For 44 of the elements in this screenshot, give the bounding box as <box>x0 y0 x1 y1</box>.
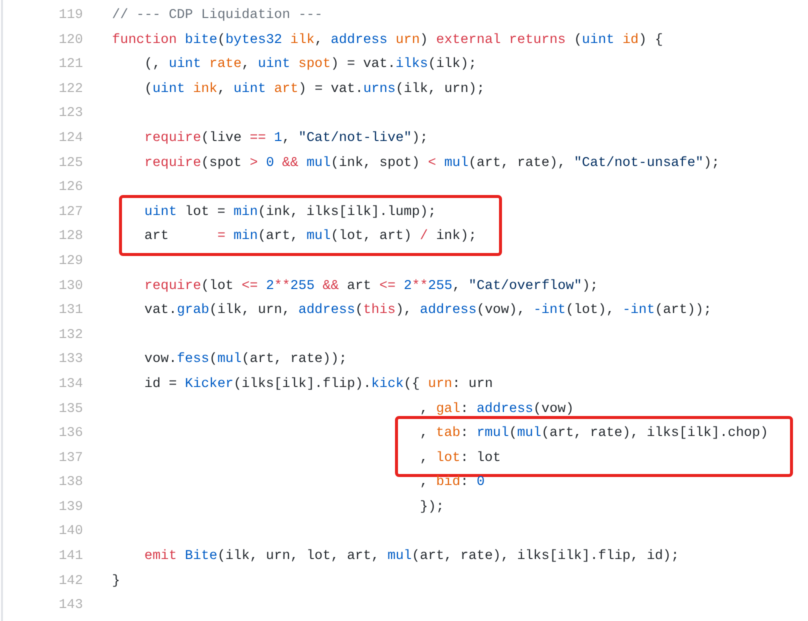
line-number: 135 <box>58 402 83 416</box>
line-number: 133 <box>58 352 83 368</box>
code-line: art = min(art, mul(lot, art) / ink); <box>144 229 477 244</box>
line-number: 136 <box>58 426 83 442</box>
line-number: 128 <box>58 229 83 244</box>
line-number: 131 <box>58 303 83 318</box>
line-number: 125 <box>58 156 83 171</box>
line-number: 129 <box>58 254 83 269</box>
code-line: (uint ink, uint art) = vat.urns(ilk, urn); <box>144 82 485 97</box>
code-line: , bid: 0 <box>420 475 485 490</box>
line-number: 120 <box>58 32 83 48</box>
code-line: , gal: address(vow) <box>420 402 574 416</box>
line-number: 134 <box>58 376 83 392</box>
line-number: 122 <box>58 82 83 97</box>
line-number: 124 <box>58 130 83 146</box>
line-number: 119 <box>58 8 83 23</box>
line-number: 140 <box>58 524 83 540</box>
code-line: , tab: rmul(mul(art, rate), ilks[ilk].chop) <box>420 426 768 442</box>
code-line: require(live == 1, "Cat/not-live"); <box>144 130 428 146</box>
code-line: vat.grab(ilk, urn, address(this), address(vow), -int(lot), -int(art)); <box>144 303 712 318</box>
code-line: function bite(bytes32 ilk, address urn) external returns (uint id) { <box>112 32 663 48</box>
code-line: require(spot > 0 && mul(ink, spot) < mul(art, rate), "Cat/not-unsafe"); <box>144 156 720 171</box>
line-number: 130 <box>58 278 83 294</box>
code-line: (, uint rate, uint spot) = vat.ilks(ilk); <box>144 57 477 72</box>
code-line: uint lot = min(ink, ilks[ilk].lump); <box>144 204 436 220</box>
line-number: 138 <box>58 475 83 490</box>
code-line: } <box>112 574 120 589</box>
line-number: 141 <box>58 549 83 564</box>
code-line: , lot: lot <box>420 450 501 466</box>
line-number: 139 <box>58 500 83 515</box>
line-number: 121 <box>58 57 83 72</box>
code-line: vow.fess(mul(art, rate)); <box>144 352 347 368</box>
code-line: require(lot <= 2**255 && art <= 2**255, "Cat/overflow"); <box>144 278 598 294</box>
line-number: 123 <box>58 106 83 122</box>
line-number: 126 <box>58 180 83 196</box>
line-number: 132 <box>58 328 83 343</box>
code-line: }); <box>420 500 444 515</box>
line-number: 127 <box>58 204 83 220</box>
line-number: 142 <box>58 574 83 589</box>
code-line: emit Bite(ilk, urn, lot, art, mul(art, rate), ilks[ilk].flip, id); <box>144 549 680 564</box>
line-number: 137 <box>58 450 83 466</box>
code-line: // --- CDP Liquidation --- <box>112 8 323 23</box>
line-number: 143 <box>58 598 83 614</box>
code-line: id = Kicker(ilks[ilk].flip).kick({ urn: urn <box>144 376 493 392</box>
